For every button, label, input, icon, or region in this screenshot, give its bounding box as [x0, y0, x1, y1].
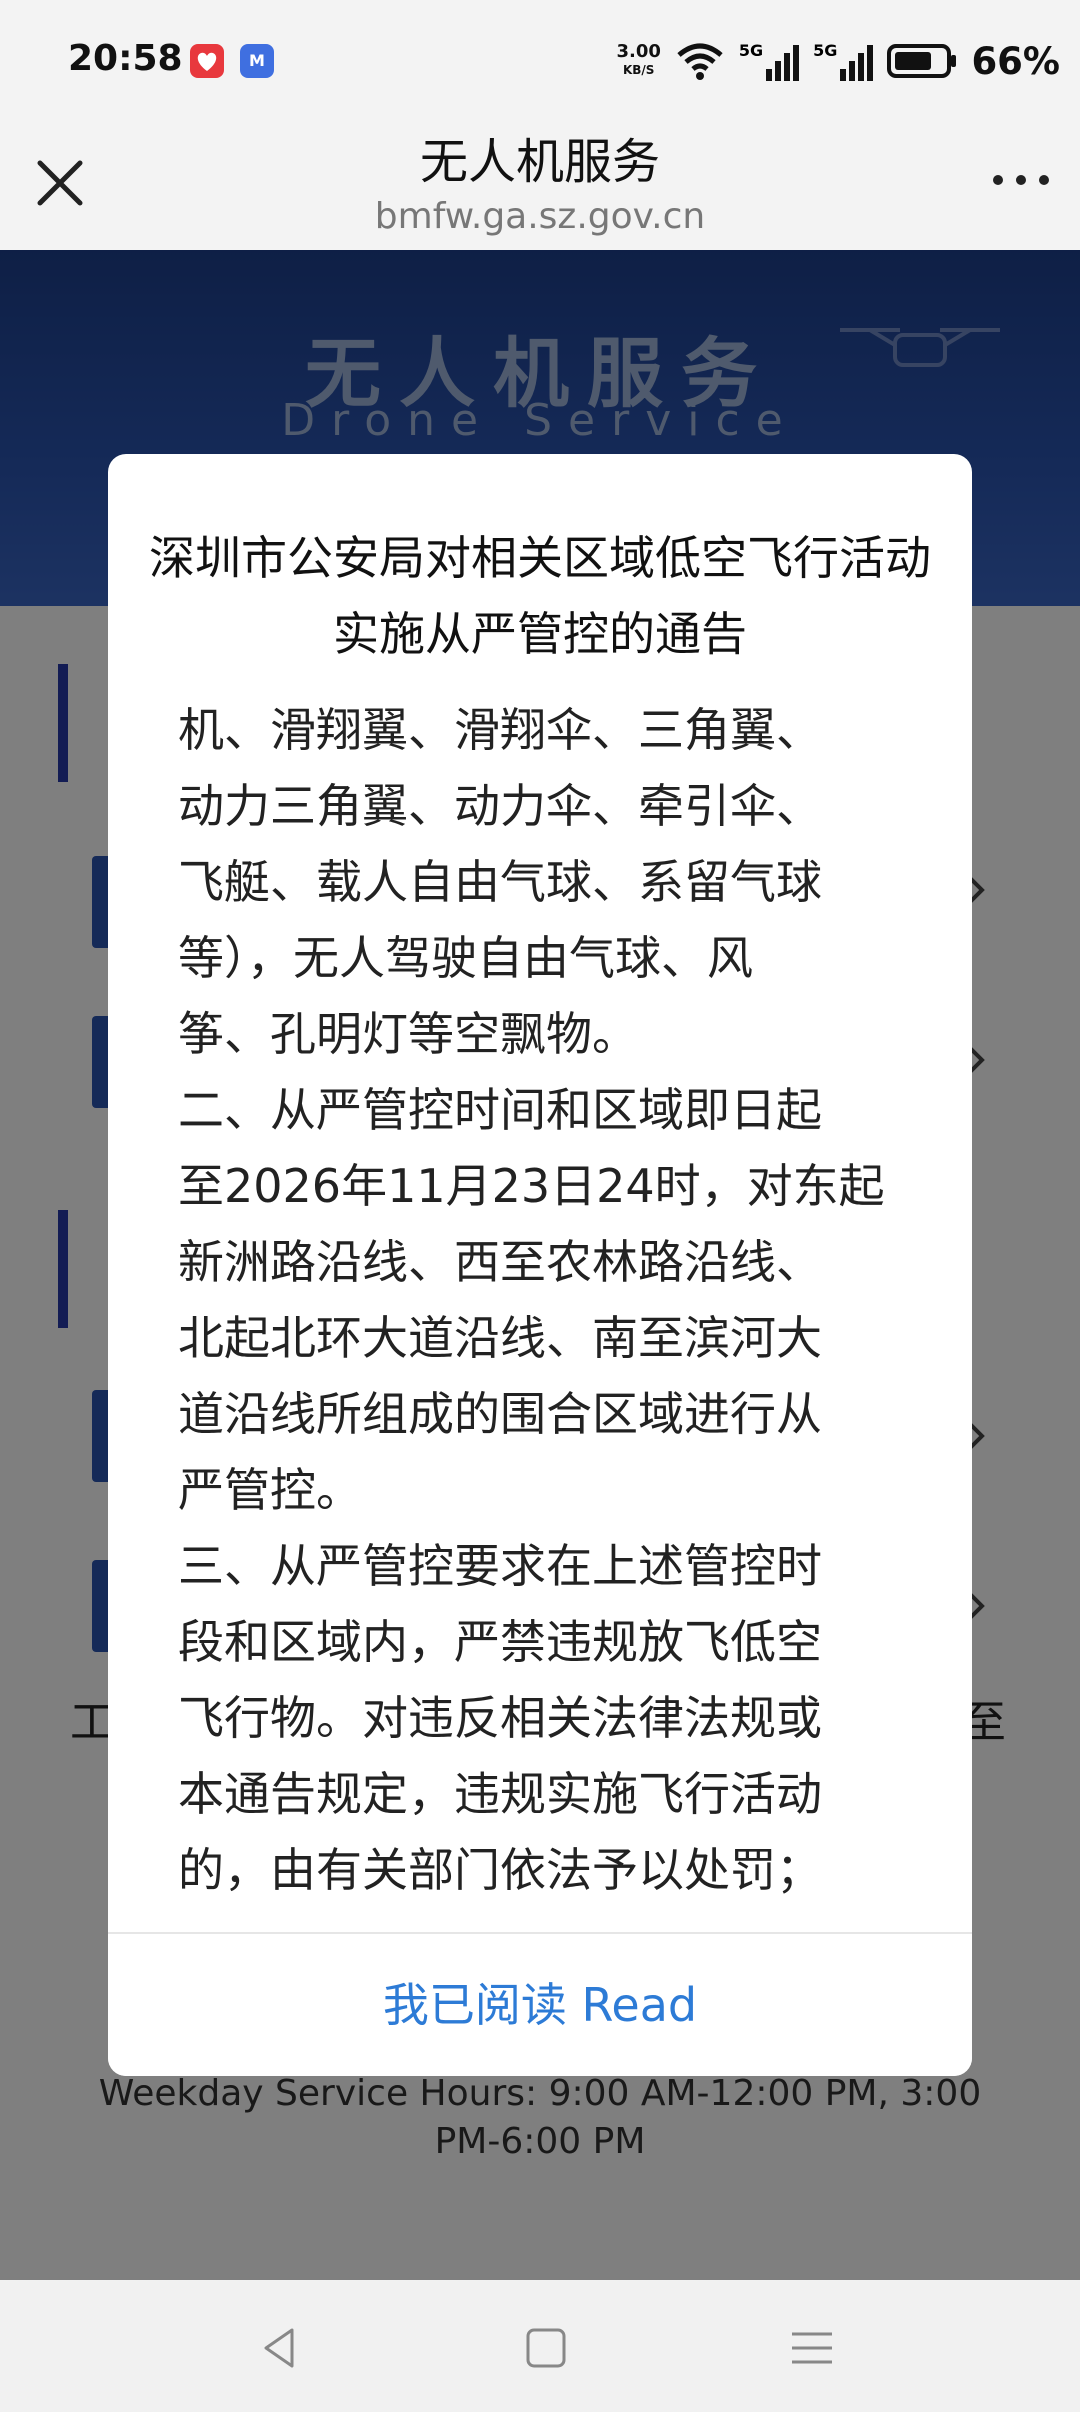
modal-body-text: 机、滑翔翼、滑翔伞、三角翼、 动力三角翼、动力伞、牵引伞、 飞艇、载人自由气球、…: [178, 703, 885, 1897]
navigation-bar: [0, 2280, 1080, 2412]
back-icon[interactable]: [252, 2320, 308, 2376]
menu-icon[interactable]: [784, 2320, 840, 2376]
modal-title: 深圳市公安局对相关区域低空飞行活动 实施从严管控的通告: [149, 531, 931, 661]
status-bar: 20:58 M 3.00 KB/S 5G 5G 66%: [0, 0, 1080, 125]
more-icon[interactable]: [986, 160, 1056, 200]
battery-icon: [887, 44, 957, 78]
wifi-icon: [677, 43, 723, 80]
read-button[interactable]: 我已阅读 Read: [108, 1934, 972, 2076]
status-indicators: 3.00 KB/S 5G 5G 66%: [616, 36, 1060, 86]
signal-5g-icon-2: 5G: [813, 41, 874, 81]
battery-percentage: 66%: [971, 39, 1060, 83]
page-url: bmfw.ga.sz.gov.cn: [374, 196, 706, 237]
modal-body[interactable]: 机、滑翔翼、滑翔伞、三角翼、 动力三角翼、动力伞、牵引伞、 飞艇、载人自由气球、…: [178, 692, 898, 2076]
page-title: 无人机服务: [419, 134, 660, 190]
notice-modal: 深圳市公安局对相关区域低空飞行活动 实施从严管控的通告 机、滑翔翼、滑翔伞、三角…: [108, 454, 972, 2076]
heart-app-icon: [190, 44, 224, 78]
signal-5g-icon-1: 5G: [739, 41, 800, 81]
app-m-icon: M: [240, 44, 274, 78]
status-time: 20:58: [68, 38, 183, 79]
network-speed: 3.00 KB/S: [616, 41, 661, 78]
home-icon[interactable]: [518, 2320, 574, 2376]
